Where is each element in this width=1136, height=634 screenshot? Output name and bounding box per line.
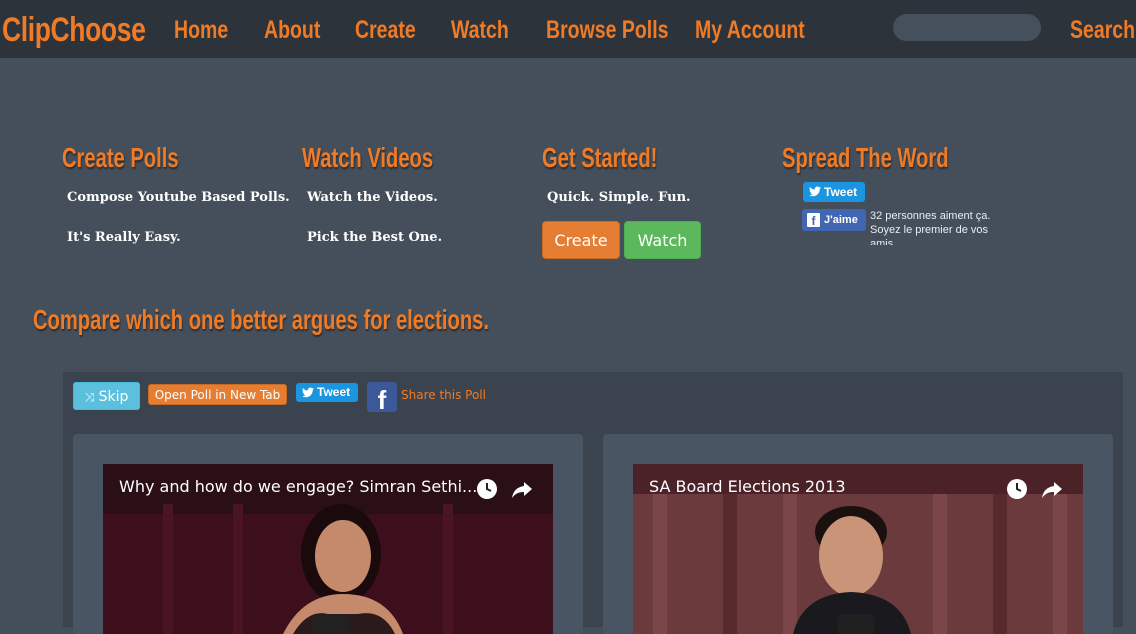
nav-about[interactable]: About	[264, 0, 320, 58]
facebook-share-icon[interactable]: f	[367, 382, 397, 412]
top-navbar: ClipChoose Home About Create Watch Brows…	[0, 0, 1136, 58]
twitter-bird-icon	[302, 387, 314, 398]
clock-icon[interactable]	[476, 478, 498, 500]
nav-my-account[interactable]: My Account	[695, 0, 805, 58]
create-button[interactable]: Create	[542, 221, 620, 259]
video-title: Why and how do we engage? Simran Sethi..…	[119, 477, 478, 496]
play-icon[interactable]	[838, 614, 874, 634]
skip-label: Skip	[98, 389, 129, 405]
nav-home[interactable]: Home	[174, 0, 228, 58]
feature-text: Compose Youtube Based Polls.	[67, 190, 290, 205]
search-button[interactable]: Search	[1070, 0, 1135, 58]
like-count-text: 32 personnes aiment ça. Soyez le premier…	[870, 210, 991, 245]
feature-title-spread-the-word: Spread The Word	[782, 142, 949, 173]
share-arrow-icon[interactable]	[511, 478, 533, 500]
watch-button[interactable]: Watch	[624, 221, 701, 259]
poll-question: Compare which one better argues for elec…	[33, 304, 489, 335]
feature-text: Pick the Best One.	[307, 230, 443, 245]
tweet-label: Tweet	[317, 385, 351, 399]
nav-create[interactable]: Create	[355, 0, 416, 58]
feature-title-create-polls: Create Polls	[62, 142, 179, 173]
share-arrow-icon[interactable]	[1041, 478, 1063, 500]
nav-watch[interactable]: Watch	[451, 0, 509, 58]
clock-icon[interactable]	[1006, 478, 1028, 500]
feature-text: Watch the Videos.	[307, 190, 438, 205]
twitter-bird-icon	[809, 186, 821, 197]
tweet-label: Tweet	[824, 185, 858, 199]
feature-text: It's Really Easy.	[67, 230, 181, 245]
like-label: J'aime	[824, 214, 858, 226]
play-icon[interactable]	[313, 614, 349, 634]
video-player-left[interactable]: Why and how do we engage? Simran Sethi..…	[103, 464, 553, 634]
share-poll-link[interactable]: Share this Poll	[401, 388, 486, 402]
feature-title-get-started: Get Started!	[542, 142, 658, 173]
feature-text: Quick. Simple. Fun.	[547, 190, 691, 205]
brand-logo[interactable]: ClipChoose	[2, 0, 146, 58]
search-input[interactable]	[893, 14, 1041, 41]
video-player-right[interactable]: SA Board Elections 2013	[633, 464, 1083, 634]
facebook-icon: f	[807, 213, 820, 228]
poll-tweet-button[interactable]: Tweet	[296, 383, 358, 402]
open-new-tab-button[interactable]: Open Poll in New Tab	[148, 384, 287, 405]
tweet-button[interactable]: Tweet	[803, 182, 865, 202]
nav-browse-polls[interactable]: Browse Polls	[546, 0, 668, 58]
video-title: SA Board Elections 2013	[649, 477, 846, 496]
feature-title-watch-videos: Watch Videos	[302, 142, 434, 173]
shuffle-icon: ⤨	[84, 390, 95, 404]
skip-button[interactable]: ⤨ Skip	[73, 382, 140, 410]
facebook-like-button[interactable]: f J'aime	[802, 209, 866, 231]
